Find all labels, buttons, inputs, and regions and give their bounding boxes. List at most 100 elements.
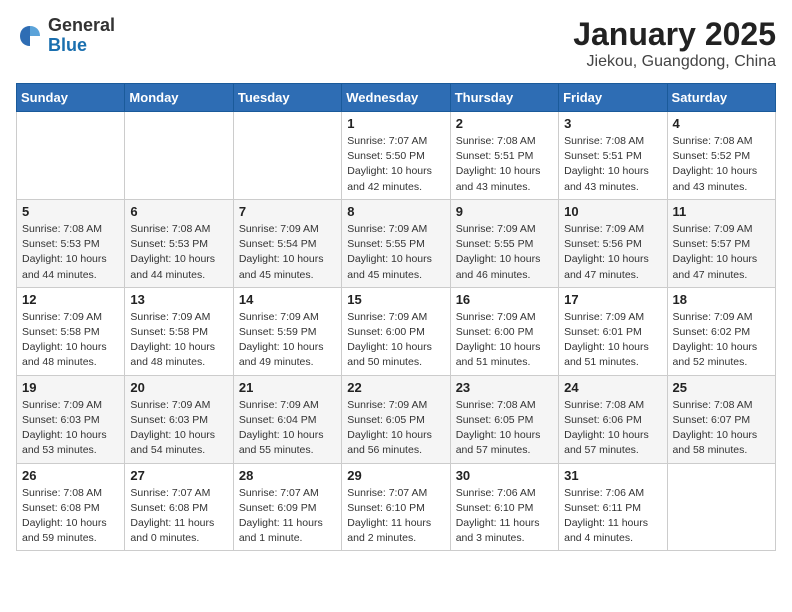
day-info: Sunrise: 7:07 AM Sunset: 5:50 PM Dayligh… — [347, 134, 444, 195]
day-info: Sunrise: 7:08 AM Sunset: 6:06 PM Dayligh… — [564, 398, 661, 459]
calendar-cell: 25 Sunrise: 7:08 AM Sunset: 6:07 PM Dayli… — [667, 375, 775, 463]
day-number: 1 — [347, 116, 444, 131]
calendar-week-row: 19 Sunrise: 7:09 AM Sunset: 6:03 PM Dayli… — [17, 375, 776, 463]
day-number: 10 — [564, 204, 661, 219]
calendar-cell: 6 Sunrise: 7:08 AM Sunset: 5:53 PM Daylig… — [125, 199, 233, 287]
day-number: 26 — [22, 468, 119, 483]
day-info: Sunrise: 7:09 AM Sunset: 5:56 PM Dayligh… — [564, 222, 661, 283]
calendar-cell: 29Sunrise: 7:07 AM Sunset: 6:10 PM Dayli… — [342, 463, 450, 551]
calendar-cell: 9 Sunrise: 7:09 AM Sunset: 5:55 PM Daylig… — [450, 199, 558, 287]
day-info: Sunrise: 7:09 AM Sunset: 6:02 PM Dayligh… — [673, 310, 770, 371]
calendar-header-row: SundayMondayTuesdayWednesdayThursdayFrid… — [17, 84, 776, 112]
day-info: Sunrise: 7:08 AM Sunset: 5:53 PM Dayligh… — [130, 222, 227, 283]
calendar-cell: 5 Sunrise: 7:08 AM Sunset: 5:53 PM Daylig… — [17, 199, 125, 287]
day-number: 5 — [22, 204, 119, 219]
day-number: 17 — [564, 292, 661, 307]
day-number: 19 — [22, 380, 119, 395]
day-info: Sunrise: 7:07 AM Sunset: 6:10 PM Dayligh… — [347, 486, 444, 547]
day-number: 9 — [456, 204, 553, 219]
calendar-cell: 18 Sunrise: 7:09 AM Sunset: 6:02 PM Dayli… — [667, 287, 775, 375]
page-header: General Blue January 2025 Jiekou, Guangd… — [16, 16, 776, 71]
day-number: 13 — [130, 292, 227, 307]
calendar-table: SundayMondayTuesdayWednesdayThursdayFrid… — [16, 83, 776, 551]
day-info: Sunrise: 7:09 AM Sunset: 5:59 PM Dayligh… — [239, 310, 336, 371]
calendar-cell: 22 Sunrise: 7:09 AM Sunset: 6:05 PM Dayli… — [342, 375, 450, 463]
calendar-cell: 14 Sunrise: 7:09 AM Sunset: 5:59 PM Dayli… — [233, 287, 341, 375]
calendar-cell — [17, 112, 125, 200]
day-info: Sunrise: 7:09 AM Sunset: 5:58 PM Dayligh… — [22, 310, 119, 371]
day-info: Sunrise: 7:08 AM Sunset: 5:51 PM Dayligh… — [456, 134, 553, 195]
calendar-cell: 24 Sunrise: 7:08 AM Sunset: 6:06 PM Dayli… — [559, 375, 667, 463]
page-subtitle: Jiekou, Guangdong, China — [573, 53, 776, 71]
logo-blue: Blue — [48, 35, 87, 55]
day-info: Sunrise: 7:09 AM Sunset: 6:03 PM Dayligh… — [22, 398, 119, 459]
logo-icon — [16, 22, 44, 50]
day-number: 18 — [673, 292, 770, 307]
calendar-cell: 30 Sunrise: 7:06 AM Sunset: 6:10 PM Dayli… — [450, 463, 558, 551]
page-title: January 2025 — [573, 16, 776, 53]
calendar-week-row: 26 Sunrise: 7:08 AM Sunset: 6:08 PM Dayli… — [17, 463, 776, 551]
day-info: Sunrise: 7:08 AM Sunset: 5:53 PM Dayligh… — [22, 222, 119, 283]
weekday-header: Tuesday — [233, 84, 341, 112]
day-info: Sunrise: 7:07 AM Sunset: 6:08 PM Dayligh… — [130, 486, 227, 547]
day-number: 14 — [239, 292, 336, 307]
day-info: Sunrise: 7:08 AM Sunset: 6:05 PM Dayligh… — [456, 398, 553, 459]
calendar-cell: 3 Sunrise: 7:08 AM Sunset: 5:51 PM Daylig… — [559, 112, 667, 200]
day-info: Sunrise: 7:08 AM Sunset: 6:08 PM Dayligh… — [22, 486, 119, 547]
day-info: Sunrise: 7:09 AM Sunset: 6:00 PM Dayligh… — [347, 310, 444, 371]
calendar-cell: 17 Sunrise: 7:09 AM Sunset: 6:01 PM Dayli… — [559, 287, 667, 375]
day-info: Sunrise: 7:06 AM Sunset: 6:11 PM Dayligh… — [564, 486, 661, 547]
day-number: 16 — [456, 292, 553, 307]
calendar-cell: 13 Sunrise: 7:09 AM Sunset: 5:58 PM Dayli… — [125, 287, 233, 375]
calendar-cell — [233, 112, 341, 200]
day-number: 6 — [130, 204, 227, 219]
day-number: 11 — [673, 204, 770, 219]
day-number: 7 — [239, 204, 336, 219]
day-info: Sunrise: 7:08 AM Sunset: 6:07 PM Dayligh… — [673, 398, 770, 459]
day-number: 24 — [564, 380, 661, 395]
calendar-cell: 4 Sunrise: 7:08 AM Sunset: 5:52 PM Daylig… — [667, 112, 775, 200]
calendar-cell: 2Sunrise: 7:08 AM Sunset: 5:51 PM Daylig… — [450, 112, 558, 200]
calendar-cell: 23Sunrise: 7:08 AM Sunset: 6:05 PM Dayli… — [450, 375, 558, 463]
calendar-week-row: 5 Sunrise: 7:08 AM Sunset: 5:53 PM Daylig… — [17, 199, 776, 287]
day-number: 12 — [22, 292, 119, 307]
day-info: Sunrise: 7:09 AM Sunset: 5:55 PM Dayligh… — [456, 222, 553, 283]
day-info: Sunrise: 7:09 AM Sunset: 6:05 PM Dayligh… — [347, 398, 444, 459]
day-number: 22 — [347, 380, 444, 395]
calendar-cell: 27Sunrise: 7:07 AM Sunset: 6:08 PM Dayli… — [125, 463, 233, 551]
calendar-cell: 21Sunrise: 7:09 AM Sunset: 6:04 PM Dayli… — [233, 375, 341, 463]
calendar-cell: 28Sunrise: 7:07 AM Sunset: 6:09 PM Dayli… — [233, 463, 341, 551]
calendar-cell: 31 Sunrise: 7:06 AM Sunset: 6:11 PM Dayli… — [559, 463, 667, 551]
day-info: Sunrise: 7:09 AM Sunset: 6:04 PM Dayligh… — [239, 398, 336, 459]
calendar-cell: 1 Sunrise: 7:07 AM Sunset: 5:50 PM Daylig… — [342, 112, 450, 200]
calendar-cell: 7Sunrise: 7:09 AM Sunset: 5:54 PM Daylig… — [233, 199, 341, 287]
day-info: Sunrise: 7:09 AM Sunset: 5:58 PM Dayligh… — [130, 310, 227, 371]
day-number: 15 — [347, 292, 444, 307]
day-info: Sunrise: 7:07 AM Sunset: 6:09 PM Dayligh… — [239, 486, 336, 547]
calendar-cell: 11Sunrise: 7:09 AM Sunset: 5:57 PM Dayli… — [667, 199, 775, 287]
calendar-week-row: 1 Sunrise: 7:07 AM Sunset: 5:50 PM Daylig… — [17, 112, 776, 200]
weekday-header: Monday — [125, 84, 233, 112]
weekday-header: Thursday — [450, 84, 558, 112]
calendar-cell: 16Sunrise: 7:09 AM Sunset: 6:00 PM Dayli… — [450, 287, 558, 375]
day-number: 25 — [673, 380, 770, 395]
day-info: Sunrise: 7:09 AM Sunset: 6:01 PM Dayligh… — [564, 310, 661, 371]
day-number: 30 — [456, 468, 553, 483]
calendar-cell: 15 Sunrise: 7:09 AM Sunset: 6:00 PM Dayli… — [342, 287, 450, 375]
day-number: 4 — [673, 116, 770, 131]
day-number: 8 — [347, 204, 444, 219]
day-number: 3 — [564, 116, 661, 131]
day-info: Sunrise: 7:09 AM Sunset: 6:03 PM Dayligh… — [130, 398, 227, 459]
day-info: Sunrise: 7:09 AM Sunset: 5:55 PM Dayligh… — [347, 222, 444, 283]
calendar-cell — [667, 463, 775, 551]
day-info: Sunrise: 7:08 AM Sunset: 5:51 PM Dayligh… — [564, 134, 661, 195]
day-number: 31 — [564, 468, 661, 483]
day-info: Sunrise: 7:08 AM Sunset: 5:52 PM Dayligh… — [673, 134, 770, 195]
weekday-header: Saturday — [667, 84, 775, 112]
calendar-cell: 19 Sunrise: 7:09 AM Sunset: 6:03 PM Dayli… — [17, 375, 125, 463]
calendar-week-row: 12 Sunrise: 7:09 AM Sunset: 5:58 PM Dayli… — [17, 287, 776, 375]
logo: General Blue — [16, 16, 115, 56]
day-info: Sunrise: 7:06 AM Sunset: 6:10 PM Dayligh… — [456, 486, 553, 547]
calendar-cell: 12 Sunrise: 7:09 AM Sunset: 5:58 PM Dayli… — [17, 287, 125, 375]
calendar-cell — [125, 112, 233, 200]
